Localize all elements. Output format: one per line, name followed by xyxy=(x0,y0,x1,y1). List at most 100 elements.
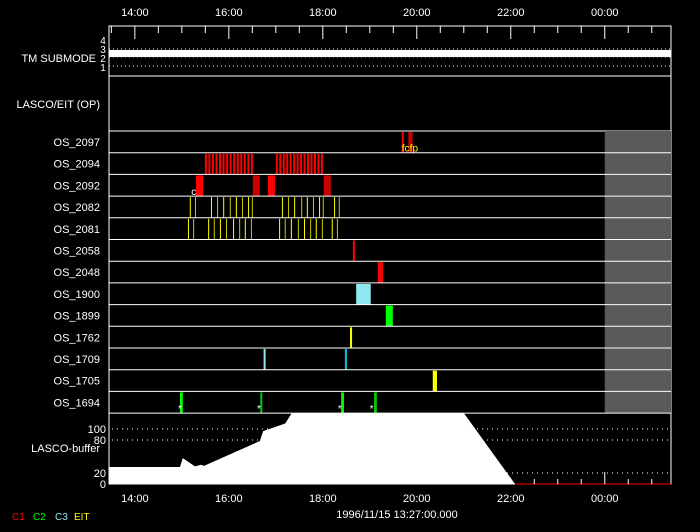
event-bar xyxy=(286,153,289,175)
row-label-os_2094: OS_2094 xyxy=(54,159,100,171)
event-line xyxy=(217,197,219,218)
event-line xyxy=(331,218,333,240)
buffer-label: LASCO-buffer xyxy=(31,443,100,455)
tm-submode-band xyxy=(109,50,671,57)
event-bar xyxy=(350,327,353,348)
event-bar xyxy=(307,153,310,175)
event-line xyxy=(304,218,306,240)
event-bar xyxy=(323,175,331,197)
event-bar xyxy=(296,153,299,175)
event-line xyxy=(301,197,303,218)
top-time-label: 22:00 xyxy=(497,7,525,19)
event-bar xyxy=(243,153,246,175)
row-label-os_2097: OS_2097 xyxy=(54,137,100,149)
buffer-y-label: 0 xyxy=(100,479,106,491)
bottom-time-label: 20:00 xyxy=(403,493,431,505)
event-bar xyxy=(352,240,355,262)
event-bar xyxy=(247,153,250,175)
event-bar xyxy=(432,370,437,392)
event-line xyxy=(229,197,231,218)
event-line xyxy=(315,218,317,240)
event-line xyxy=(194,197,196,218)
event-bar xyxy=(233,153,236,175)
event-line xyxy=(334,197,336,218)
top-time-label: 16:00 xyxy=(215,7,243,19)
event-line xyxy=(322,197,324,218)
row-label-os_1899: OS_1899 xyxy=(54,311,100,323)
event-bar xyxy=(300,153,303,175)
event-line xyxy=(297,218,299,240)
event-line xyxy=(306,197,308,218)
row-label-os_1709: OS_1709 xyxy=(54,354,100,366)
row-label-os_2092: OS_2092 xyxy=(54,180,100,192)
event-bar xyxy=(240,153,243,175)
event-line xyxy=(290,218,292,240)
event-bar xyxy=(219,153,222,175)
event-line xyxy=(284,218,286,240)
legend-c3: C3 xyxy=(55,512,68,523)
event-bar xyxy=(279,153,282,175)
event-bar xyxy=(320,153,323,175)
event-line xyxy=(189,197,191,218)
row-label-os_2048: OS_2048 xyxy=(54,267,100,279)
row-label-os_1900: OS_1900 xyxy=(54,289,100,301)
event-bar xyxy=(252,175,260,197)
event-line xyxy=(310,218,312,240)
row-label-os_2058: OS_2058 xyxy=(54,246,100,258)
event-bar xyxy=(344,349,347,370)
event-bar xyxy=(204,153,207,175)
event-line xyxy=(210,197,212,218)
no-data-region xyxy=(604,131,671,413)
event-line xyxy=(235,197,237,218)
row-label-os_2081: OS_2081 xyxy=(54,224,100,236)
event-line xyxy=(288,197,290,218)
event-line xyxy=(244,218,246,240)
event-line xyxy=(294,197,296,218)
event-bar xyxy=(222,153,225,175)
event-bar xyxy=(310,153,313,175)
row-label-os_1762: OS_1762 xyxy=(54,332,100,344)
event-line xyxy=(233,218,235,240)
bottom-time-label: 14:00 xyxy=(121,493,149,505)
row-label-os_2082: OS_2082 xyxy=(54,202,100,214)
event-bar xyxy=(385,305,393,327)
event-bar xyxy=(317,153,320,175)
event-bar xyxy=(195,175,203,197)
event-line xyxy=(336,218,338,240)
bottom-time-label: 16:00 xyxy=(215,493,243,505)
event-line xyxy=(251,197,253,218)
row-label-os_1705: OS_1705 xyxy=(54,376,100,388)
event-bar xyxy=(211,153,214,175)
event-bar xyxy=(267,175,275,197)
event-line xyxy=(281,197,283,218)
event-bar xyxy=(236,153,239,175)
top-time-label: 18:00 xyxy=(309,7,337,19)
event-bar xyxy=(208,153,211,175)
event-bar xyxy=(275,153,278,175)
event-bar xyxy=(313,153,316,175)
tm-level-label: 1 xyxy=(100,63,106,74)
timeline-plot: 14:00 14:00 16:00 16:00 18:00 18:00 20:00 20:00… xyxy=(12,7,672,523)
event-bar xyxy=(303,153,306,175)
event-line xyxy=(250,218,252,240)
row-label-os_1694: OS_1694 xyxy=(54,397,100,409)
event-bar xyxy=(377,262,383,283)
event-line xyxy=(319,197,321,218)
event-line xyxy=(239,218,241,240)
event-line xyxy=(187,218,189,240)
bottom-time-label: 22:00 xyxy=(497,493,525,505)
event-bar xyxy=(293,153,296,175)
event-line xyxy=(248,197,250,218)
event-bar xyxy=(226,153,229,175)
bottom-time-label: 00:00 xyxy=(591,493,619,505)
event-bar xyxy=(250,153,253,175)
event-line xyxy=(279,218,281,240)
timestamp-label: 1996/11/15 13:27:00.000 xyxy=(336,509,458,521)
event-line xyxy=(223,197,225,218)
buffer-fill-area xyxy=(109,413,515,484)
tm-submode-label: TM SUBMODE xyxy=(21,53,96,65)
bottom-time-label: 18:00 xyxy=(309,493,337,505)
event-line xyxy=(312,197,314,218)
event-bar xyxy=(289,153,292,175)
event-bar xyxy=(374,392,377,414)
